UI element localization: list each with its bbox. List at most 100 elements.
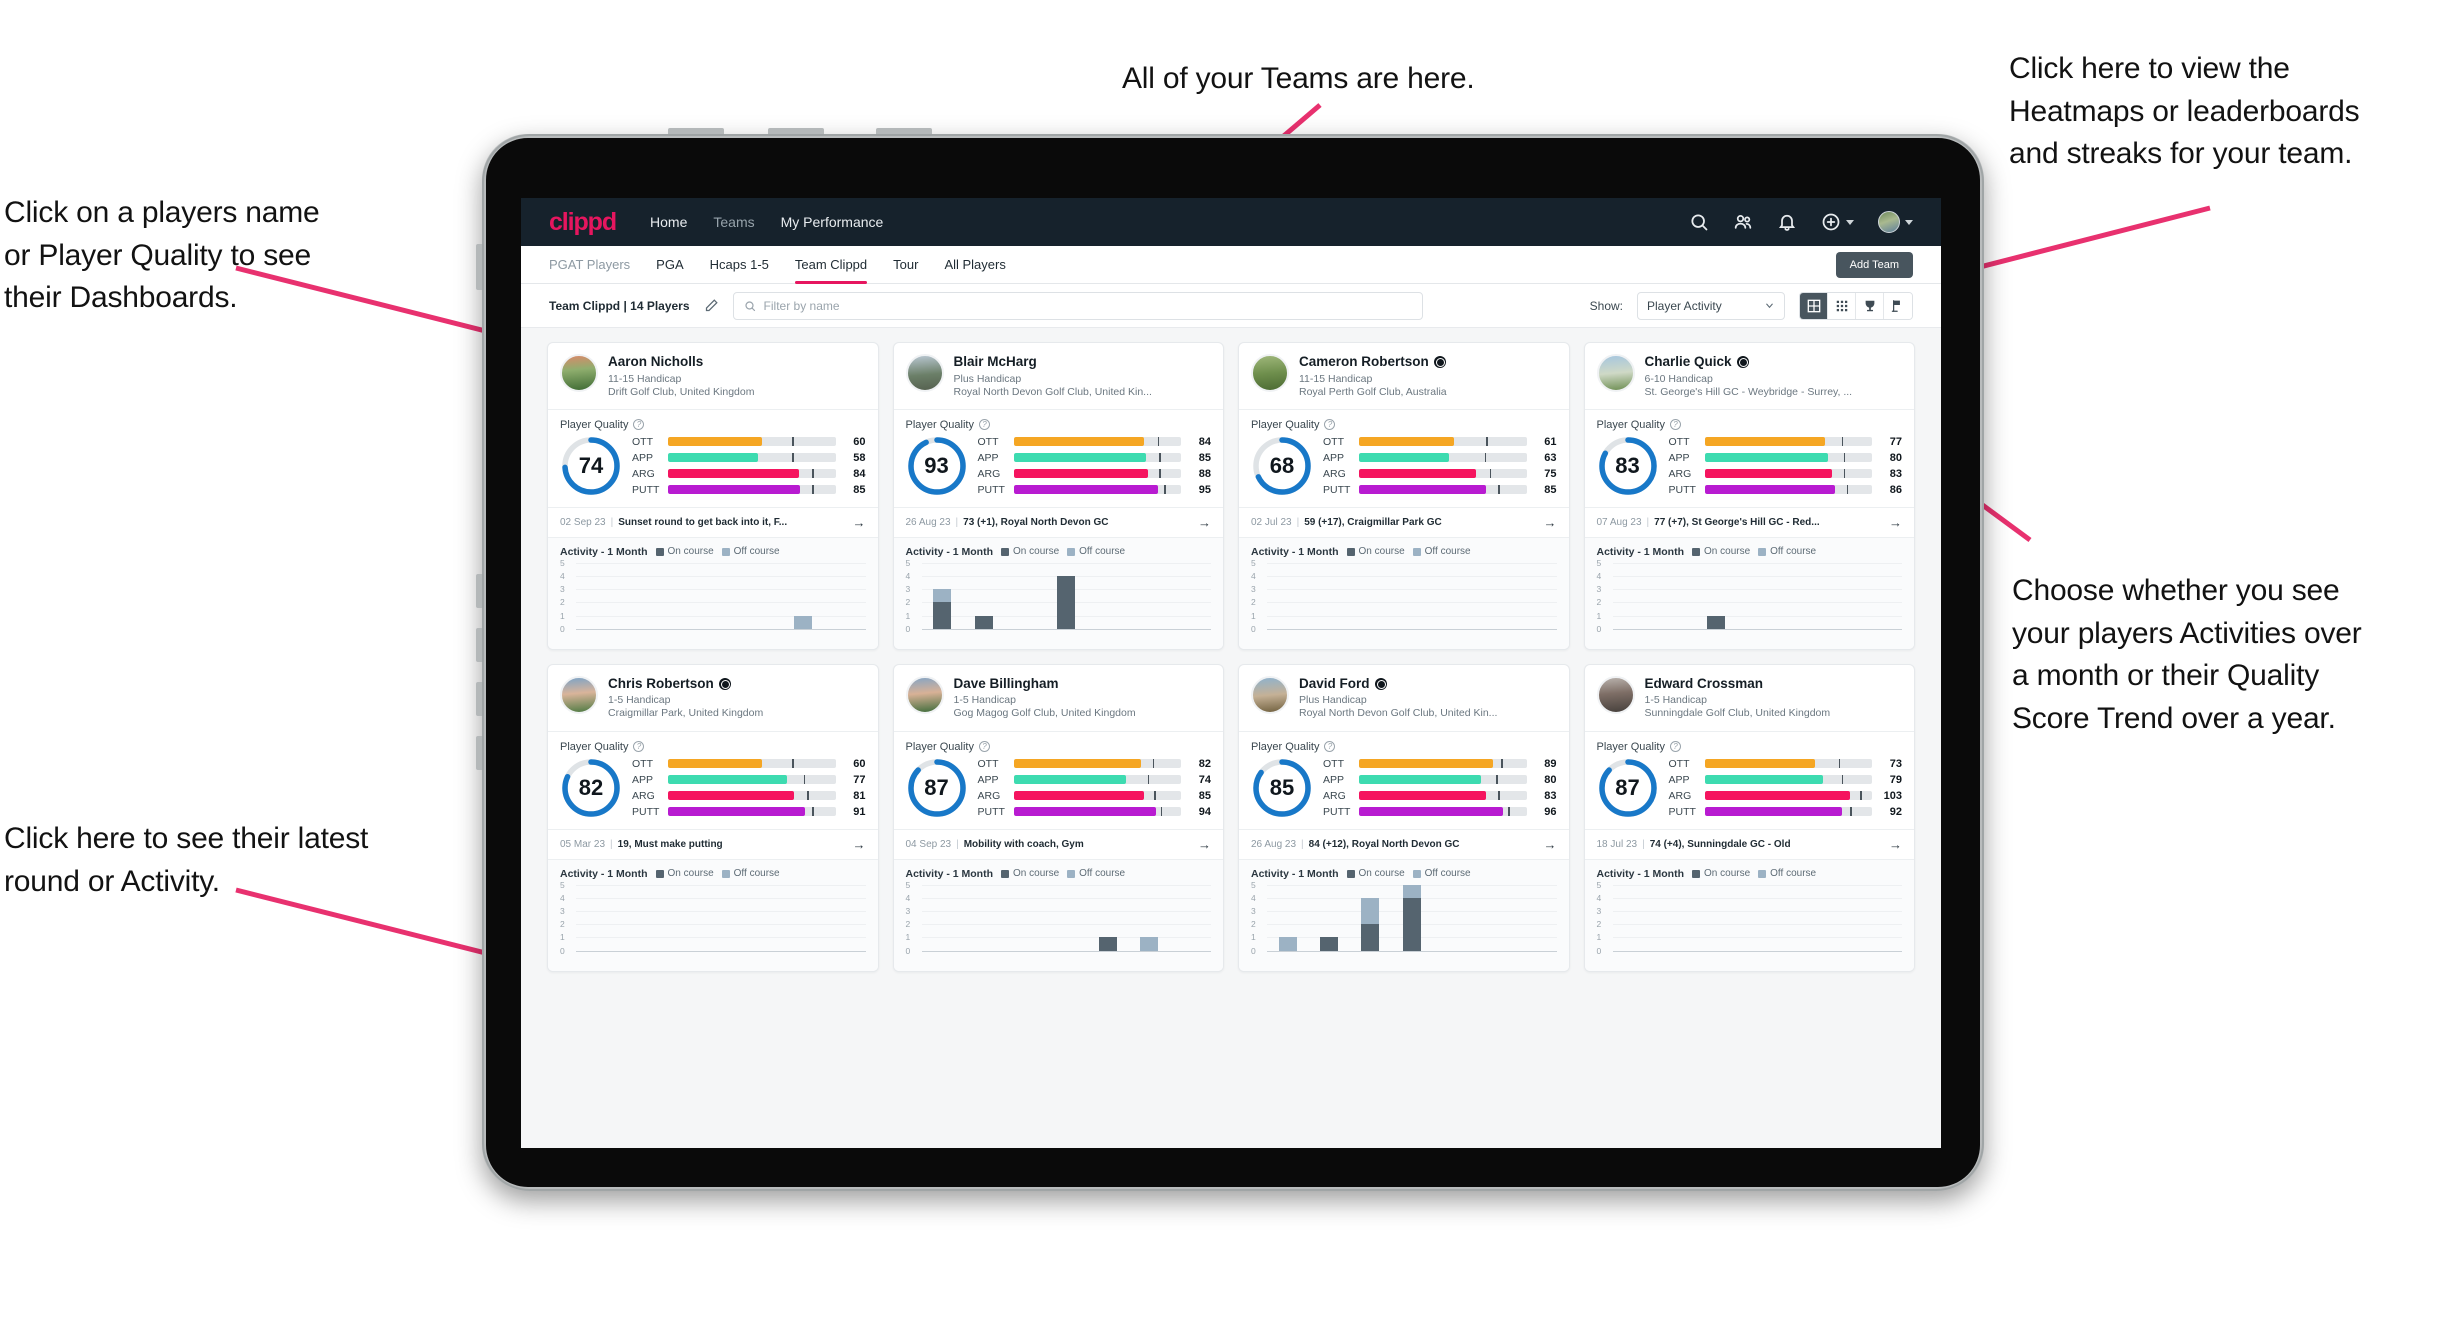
arrow-right-icon[interactable]: →	[853, 515, 866, 530]
player-card[interactable]: Blair McHarg Plus Handicap Royal North Dev…	[892, 342, 1224, 650]
help-icon[interactable]: ?	[1324, 419, 1336, 431]
player-card-header[interactable]: Cameron Robertson 11-15 Handicap Royal Per…	[1239, 343, 1569, 409]
latest-round-row[interactable]: 18 Jul 23 | 74 (+4), Sunningdale GC - Old →	[1584, 828, 1914, 859]
player-quality-section[interactable]: Player Quality? 74 OTT 60 APP 58 ARG 84 PUTT 85	[548, 410, 878, 507]
help-icon[interactable]: ?	[1669, 419, 1681, 431]
player-card-header[interactable]: Aaron Nicholls 11-15 Handicap Drift Golf C…	[548, 343, 878, 409]
pencil-icon[interactable]	[704, 298, 719, 313]
player-card-header[interactable]: Blair McHarg Plus Handicap Royal North Dev…	[894, 343, 1224, 409]
avatar[interactable]	[905, 675, 944, 714]
nav-item-teams[interactable]: Teams	[713, 214, 754, 230]
add-menu[interactable]	[1821, 212, 1854, 232]
avatar[interactable]	[1251, 354, 1289, 392]
latest-round-row[interactable]: 04 Sep 23 | Mobility with coach, Gym →	[893, 828, 1223, 859]
search-input[interactable]: Filter by name	[732, 291, 1423, 320]
latest-round-row[interactable]: 26 Aug 23 | 73 (+1), Royal North Devon GC →	[893, 506, 1223, 537]
player-quality-title: Player Quality?	[560, 741, 866, 753]
player-card[interactable]: David Ford Plus Handicap Royal North Devon…	[1238, 663, 1570, 972]
show-select[interactable]: Player Activity	[1637, 291, 1785, 320]
player-name[interactable]: Aaron Nicholls	[608, 354, 866, 370]
avatar[interactable]	[905, 354, 944, 392]
help-icon[interactable]: ?	[978, 741, 990, 753]
legend-on-course: On course	[1346, 868, 1405, 879]
plus-circle-icon[interactable]	[1821, 212, 1841, 232]
player-quality-section[interactable]: Player Quality? 83 OTT 77 APP 80 ARG 83 PUTT 86	[1585, 410, 1915, 507]
clippd-logo[interactable]: clippd	[549, 208, 617, 237]
nav-item-my-performance[interactable]: My Performance	[781, 214, 884, 230]
tab-hcaps-1-5[interactable]: Hcaps 1-5	[710, 246, 769, 284]
legend-on-course: On course	[1346, 546, 1405, 557]
player-card[interactable]: Charlie Quick 6-10 Handicap St. George's H…	[1583, 342, 1915, 650]
player-card[interactable]: Chris Robertson 1-5 Handicap Craigmillar P…	[547, 663, 879, 972]
help-icon[interactable]: ?	[1324, 741, 1336, 753]
tab-pgat-players[interactable]: PGAT Players	[549, 246, 630, 284]
latest-round-row[interactable]: 05 Mar 23 | 19, Must make putting →	[548, 828, 878, 859]
player-card-header[interactable]: David Ford Plus Handicap Royal North Devon…	[1239, 665, 1569, 731]
player-name[interactable]: Chris Robertson	[608, 676, 866, 692]
nav-item-home[interactable]: Home	[650, 214, 687, 230]
bell-icon[interactable]	[1777, 212, 1797, 232]
player-card-header[interactable]: Edward Crossman 1-5 Handicap Sunningdale G…	[1585, 665, 1915, 731]
metric-value: 83	[1544, 789, 1557, 802]
latest-round-row[interactable]: 26 Aug 23 | 84 (+12), Royal North Devon GC…	[1239, 828, 1569, 859]
avatar[interactable]	[560, 354, 598, 392]
avatar[interactable]	[1878, 211, 1900, 233]
people-icon[interactable]	[1733, 212, 1753, 232]
avatar[interactable]	[1596, 354, 1635, 392]
activity-bar	[1098, 937, 1117, 951]
activity-chart: 54321031 Jul21 Aug4 Sep	[560, 558, 866, 641]
player-card[interactable]: Edward Crossman 1-5 Handicap Sunningdale G…	[1583, 663, 1915, 972]
player-handicap: 1-5 Handicap	[1644, 694, 1707, 707]
latest-round-row[interactable]: 07 Aug 23 | 77 (+7), St George's Hill GC -…	[1584, 506, 1914, 537]
arrow-right-icon[interactable]: →	[1544, 515, 1557, 530]
latest-round-text: 19, Must make putting	[617, 838, 723, 850]
view-toggle-leaderboard[interactable]	[1856, 292, 1884, 319]
tab-tour[interactable]: Tour	[893, 246, 918, 284]
player-name[interactable]: Cameron Robertson	[1299, 354, 1557, 370]
add-team-button[interactable]: Add Team	[1835, 251, 1913, 278]
player-quality-section[interactable]: Player Quality? 93 OTT 84 APP 85 ARG 88 PUTT 95	[894, 410, 1224, 507]
player-card-header[interactable]: Chris Robertson 1-5 Handicap Craigmillar P…	[548, 665, 878, 731]
player-quality-section[interactable]: Player Quality? 87 OTT 82 APP 74 ARG 85 PUTT 94	[894, 732, 1224, 829]
latest-round-row[interactable]: 02 Jul 23 | 59 (+17), Craigmillar Park GC →	[1239, 506, 1569, 537]
arrow-right-icon[interactable]: →	[1198, 837, 1211, 852]
help-icon[interactable]: ?	[633, 419, 645, 431]
avatar[interactable]	[1251, 675, 1289, 714]
activity-plot	[1267, 563, 1557, 629]
player-name[interactable]: Blair McHarg	[954, 354, 1212, 370]
help-icon[interactable]: ?	[978, 419, 990, 431]
latest-round-row[interactable]: 02 Sep 23 | Sunset round to get back into …	[548, 506, 878, 537]
player-quality-section[interactable]: Player Quality? 87 OTT 73 APP 79 ARG 103 PUTT 92	[1585, 732, 1915, 829]
player-card-header[interactable]: Charlie Quick 6-10 Handicap St. George's H…	[1585, 343, 1915, 409]
arrow-right-icon[interactable]: →	[1889, 515, 1902, 530]
player-card[interactable]: Aaron Nicholls 11-15 Handicap Drift Golf C…	[547, 342, 879, 650]
tab-all-players[interactable]: All Players	[944, 246, 1005, 284]
player-name[interactable]: Dave Billingham	[954, 676, 1212, 692]
player-card[interactable]: Cameron Robertson 11-15 Handicap Royal Per…	[1238, 342, 1570, 650]
player-card[interactable]: Dave Billingham 1-5 Handicap Gog Magog Gol…	[892, 663, 1224, 972]
view-toggle-grid[interactable]	[1800, 292, 1828, 319]
arrow-right-icon[interactable]: →	[853, 837, 866, 852]
player-card-header[interactable]: Dave Billingham 1-5 Handicap Gog Magog Gol…	[894, 665, 1224, 731]
help-icon[interactable]: ?	[1669, 741, 1681, 753]
player-name[interactable]: Edward Crossman	[1645, 676, 1903, 692]
metric-row: APP 58	[632, 452, 866, 464]
help-icon[interactable]: ?	[633, 741, 645, 753]
metric-value: 73	[1889, 757, 1902, 770]
search-icon[interactable]	[1689, 212, 1709, 232]
avatar[interactable]	[1596, 675, 1635, 714]
arrow-right-icon[interactable]: →	[1889, 837, 1902, 852]
player-quality-section[interactable]: Player Quality? 85 OTT 89 APP 80 ARG 83 PUTT 96	[1239, 732, 1569, 829]
tab-team-clippd[interactable]: Team Clippd	[794, 246, 868, 284]
player-name[interactable]: David Ford	[1299, 676, 1557, 692]
tab-pga[interactable]: PGA	[656, 246, 683, 284]
profile-menu[interactable]	[1878, 211, 1913, 233]
player-quality-section[interactable]: Player Quality? 68 OTT 61 APP 63 ARG 75 PUTT 85	[1239, 410, 1569, 507]
view-toggle-dense-grid[interactable]	[1828, 292, 1856, 319]
player-name[interactable]: Charlie Quick	[1645, 354, 1903, 370]
arrow-right-icon[interactable]: →	[1198, 515, 1211, 530]
avatar[interactable]	[560, 675, 598, 714]
arrow-right-icon[interactable]: →	[1544, 837, 1557, 852]
player-quality-section[interactable]: Player Quality? 82 OTT 60 APP 77 ARG 81 PUTT 91	[548, 732, 878, 829]
view-toggle-heatmap[interactable]	[1884, 292, 1912, 319]
